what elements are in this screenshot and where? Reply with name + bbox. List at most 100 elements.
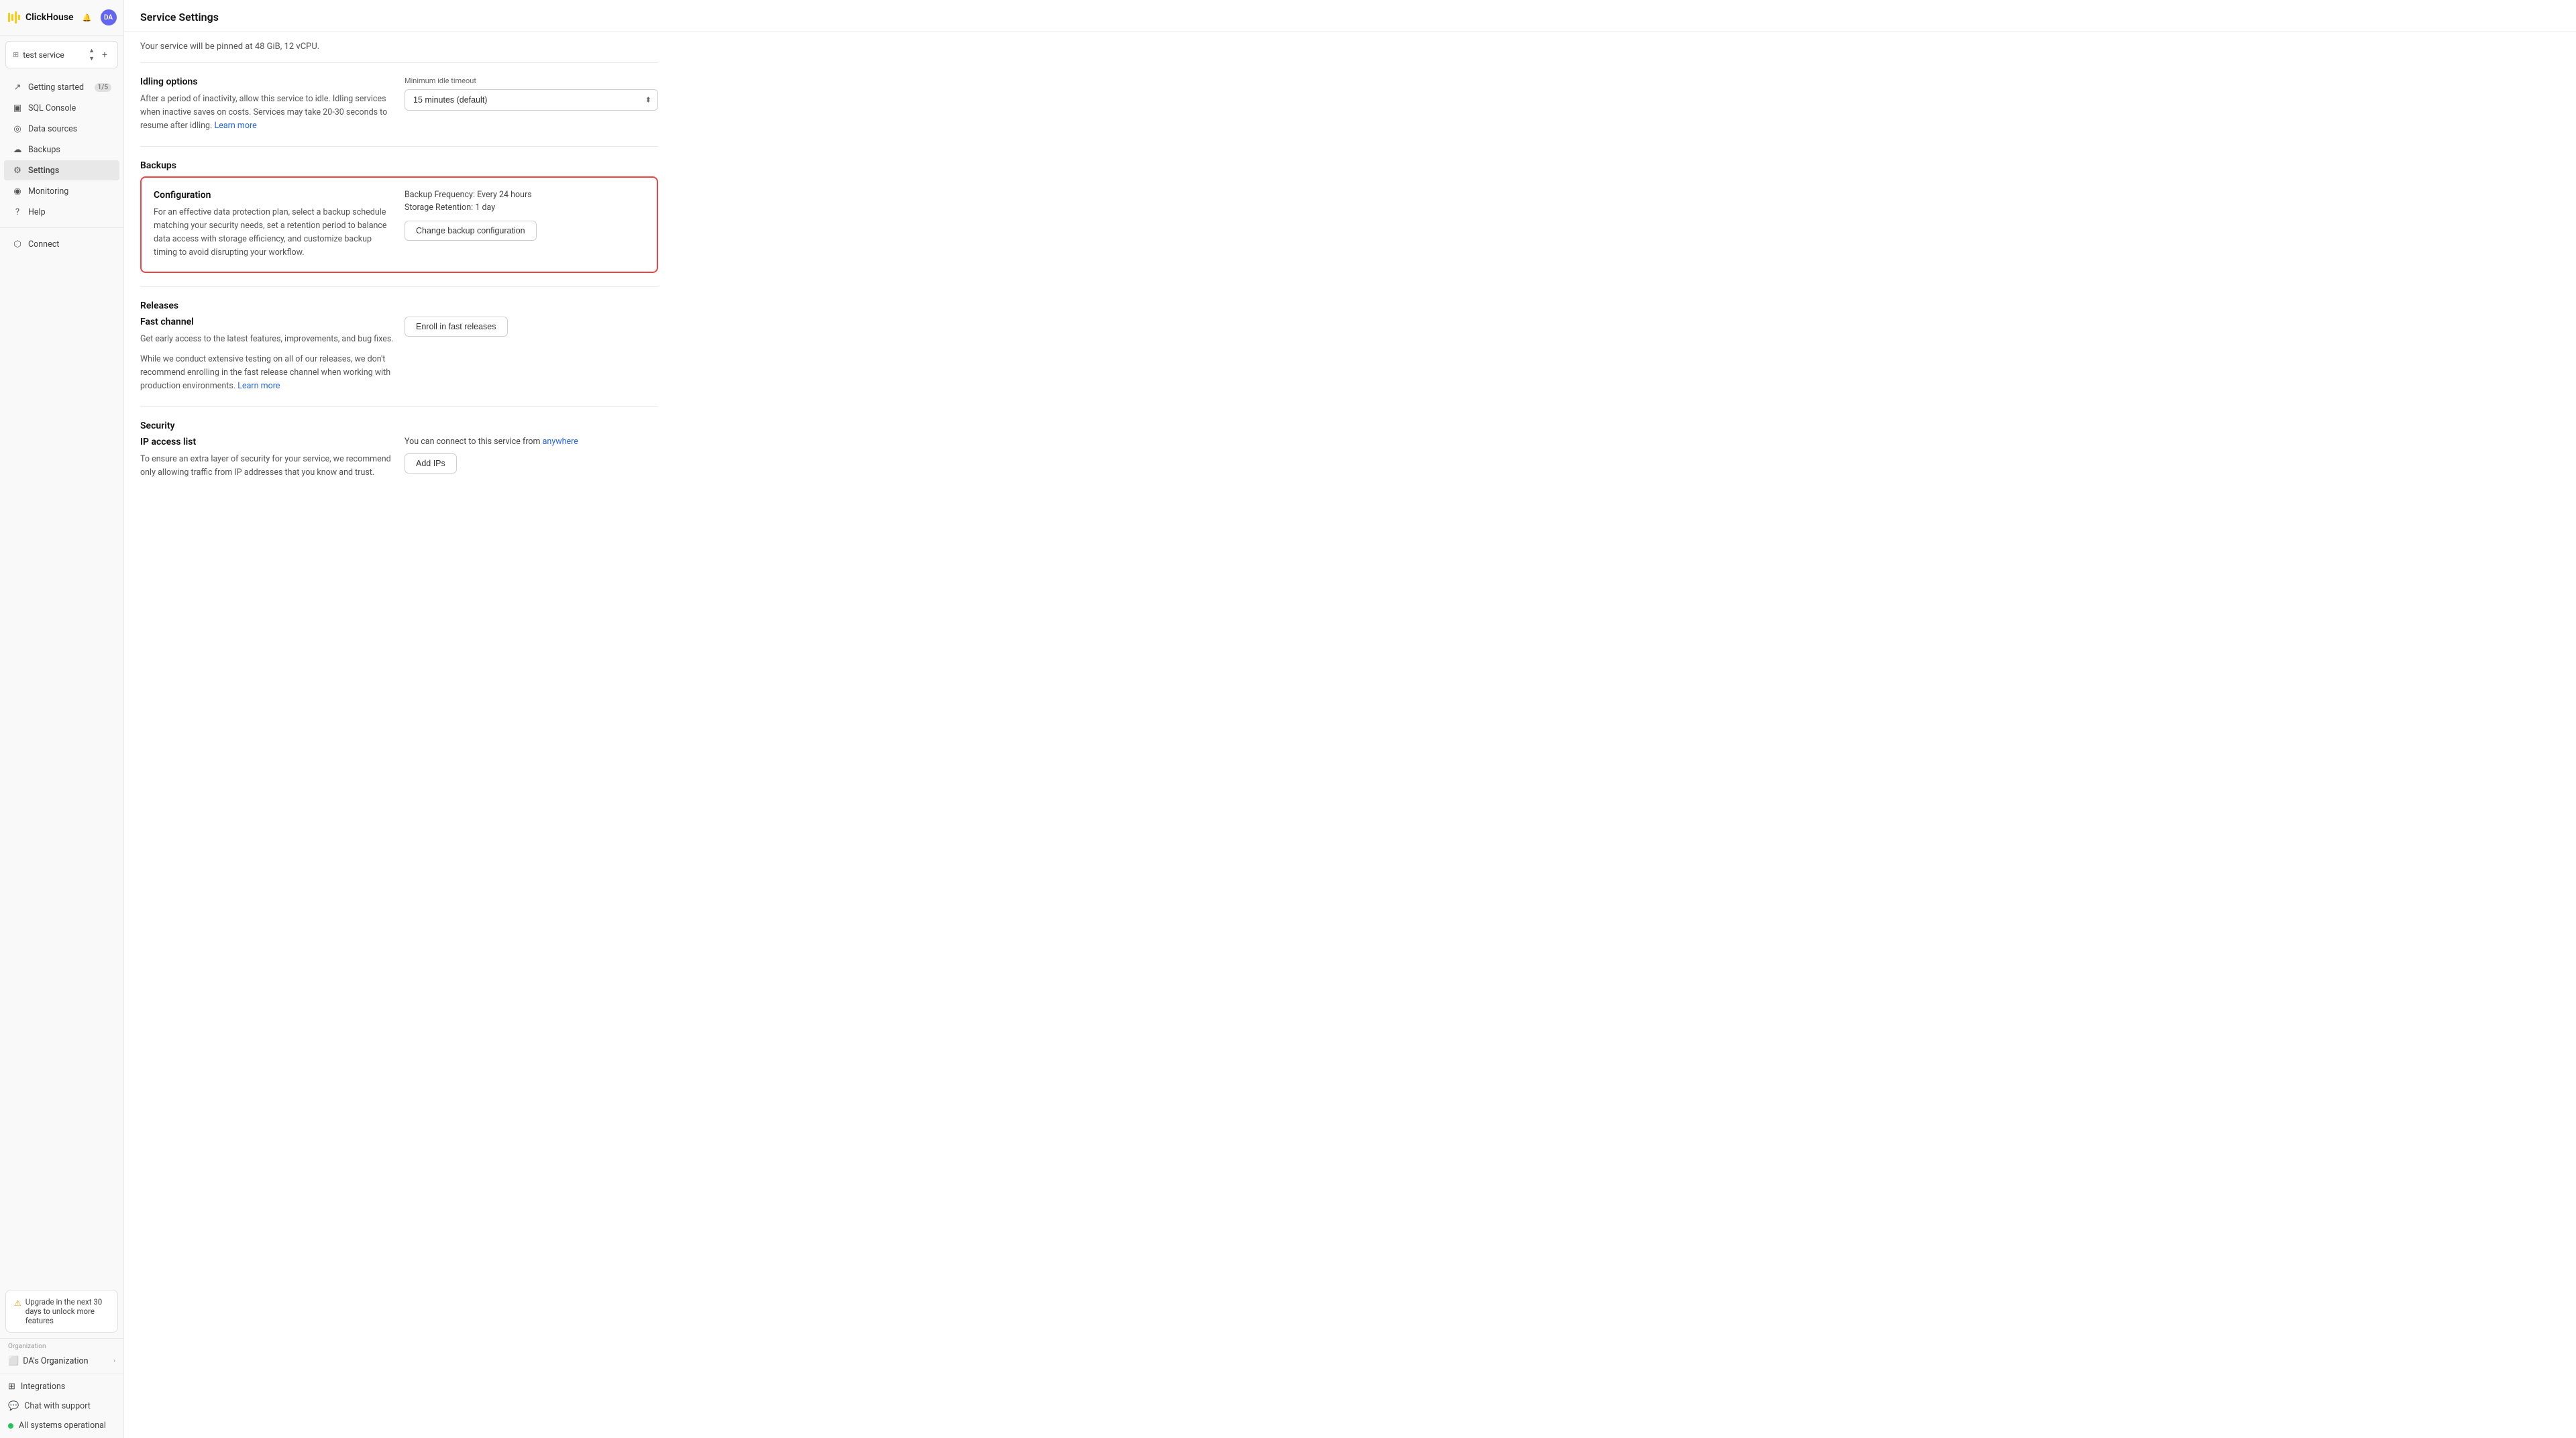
org-item[interactable]: ⬜ DA's Organization ›	[8, 1353, 115, 1370]
security-section: Security IP access list To ensure an ext…	[140, 407, 658, 493]
releases-controls-col: Enroll in fast releases	[405, 317, 658, 393]
logo-bar-1	[8, 13, 10, 22]
avatar[interactable]: DA	[101, 9, 117, 25]
add-ips-button[interactable]: Add IPs	[405, 453, 457, 474]
page-title: Service Settings	[140, 11, 2560, 23]
grid-icon: ⊞	[8, 1382, 15, 1392]
content-area: Your service will be pinned at 48 GiB, 1…	[124, 32, 674, 509]
enroll-fast-releases-button[interactable]: Enroll in fast releases	[405, 317, 508, 337]
nav-section: ↗ Getting started 1/5 ▣ SQL Console ◎ Da…	[0, 74, 123, 1284]
backups-section-title: Backups	[140, 160, 658, 171]
status-dot-icon	[8, 1423, 13, 1429]
idling-learn-more-link[interactable]: Learn more	[214, 121, 256, 131]
logo-bar-3	[15, 11, 17, 23]
ip-access-description: To ensure an extra layer of security for…	[140, 453, 394, 480]
settings-icon: ⚙	[12, 165, 23, 176]
security-description-col: IP access list To ensure an extra layer …	[140, 437, 394, 480]
cursor-icon: ↗	[12, 82, 23, 93]
backups-config-description: For an effective data protection plan, s…	[154, 206, 394, 260]
integrations-label: Integrations	[21, 1382, 65, 1392]
upgrade-text: Upgrade in the next 30 days to unlock mo…	[25, 1297, 109, 1325]
releases-learn-more-link[interactable]: Learn more	[237, 381, 280, 391]
sidebar-item-status: All systems operational	[4, 1416, 119, 1435]
terminal-icon: ▣	[12, 103, 23, 113]
sidebar-item-help[interactable]: ? Help	[4, 202, 119, 222]
archive-icon: ☁	[12, 144, 23, 155]
anywhere-link[interactable]: anywhere	[543, 437, 578, 447]
nav-badge-getting-started: 1/5	[95, 83, 111, 92]
sidebar-item-monitoring[interactable]: ◉ Monitoring	[4, 181, 119, 201]
notification-bell-icon[interactable]: 🔔	[79, 9, 95, 25]
sidebar-item-integrations[interactable]: ⊞ Integrations	[4, 1377, 119, 1396]
header-icons: 🔔 DA	[79, 9, 117, 25]
nav-label-sql-console: SQL Console	[28, 103, 76, 113]
org-label: Organization	[8, 1343, 115, 1350]
org-icon: ⬜	[8, 1356, 19, 1366]
sidebar-item-chat-support[interactable]: 💬 Chat with support	[4, 1396, 119, 1416]
fast-channel-desc2: While we conduct extensive testing on al…	[140, 353, 394, 393]
nav-label-settings: Settings	[28, 166, 59, 176]
storage-retention-line: Storage Retention: 1 day	[405, 203, 645, 213]
sidebar-item-backups[interactable]: ☁ Backups	[4, 140, 119, 160]
security-controls-col: You can connect to this service from any…	[405, 437, 658, 480]
connect-text: You can connect to this service from any…	[405, 437, 658, 447]
warning-icon: ⚠	[14, 1298, 21, 1308]
sidebar: ClickHouse 🔔 DA ⊞ test service ▲ ▼ + ↗ G…	[0, 0, 124, 1438]
logo-bar-4	[18, 15, 20, 20]
releases-section: Releases Fast channel Get early access t…	[140, 287, 658, 407]
chat-support-label: Chat with support	[24, 1401, 91, 1411]
help-circle-icon: ?	[12, 207, 23, 217]
nav-label-getting-started: Getting started	[28, 82, 84, 93]
bottom-section: ⊞ Integrations 💬 Chat with support All s…	[0, 1374, 123, 1438]
backups-description-col: Configuration For an effective data prot…	[154, 190, 394, 260]
sidebar-item-settings[interactable]: ⚙ Settings	[4, 160, 119, 180]
upgrade-box[interactable]: ⚠ Upgrade in the next 30 days to unlock …	[5, 1290, 118, 1333]
idle-timeout-select[interactable]: 15 minutes (default) 30 minutes 1 hour N…	[405, 89, 658, 111]
change-backup-config-button[interactable]: Change backup configuration	[405, 221, 537, 241]
nav-label-data-sources: Data sources	[28, 124, 77, 134]
activity-icon: ◉	[12, 186, 23, 197]
idling-section: Idling options After a period of inactiv…	[140, 63, 658, 147]
page-header: Service Settings	[124, 0, 2576, 32]
releases-description-col: Fast channel Get early access to the lat…	[140, 317, 394, 393]
logo-bar-2	[11, 14, 13, 21]
logo-icon	[8, 11, 20, 23]
main-content: Service Settings Your service will be pi…	[124, 0, 2576, 1438]
releases-section-title: Releases	[140, 300, 658, 311]
idle-timeout-select-wrapper: 15 minutes (default) 30 minutes 1 hour N…	[405, 89, 658, 111]
org-section: Organization ⬜ DA's Organization ›	[0, 1338, 123, 1374]
chevron-right-icon: ›	[113, 1358, 115, 1365]
releases-inner: Fast channel Get early access to the lat…	[140, 317, 658, 393]
ip-access-title: IP access list	[140, 437, 394, 447]
nav-label-help: Help	[28, 207, 46, 217]
message-icon: 💬	[8, 1401, 19, 1411]
idling-description: After a period of inactivity, allow this…	[140, 93, 394, 133]
sidebar-item-connect[interactable]: ⬡ Connect	[4, 234, 119, 254]
nav-label-monitoring: Monitoring	[28, 186, 68, 197]
service-controls: ▲ ▼	[89, 47, 95, 62]
pinned-notice: Your service will be pinned at 48 GiB, 1…	[140, 32, 658, 63]
sidebar-item-data-sources[interactable]: ◎ Data sources	[4, 119, 119, 139]
idling-controls-col: Minimum idle timeout 15 minutes (default…	[405, 76, 658, 133]
sidebar-header: ClickHouse 🔔 DA	[0, 0, 123, 36]
nav-label-connect: Connect	[28, 239, 59, 250]
database-icon: ◎	[12, 123, 23, 134]
idling-title: Idling options	[140, 76, 394, 87]
backups-info-col: Backup Frequency: Every 24 hours Storage…	[405, 190, 645, 260]
backups-config-title: Configuration	[154, 190, 394, 201]
add-service-button[interactable]: +	[99, 49, 111, 61]
service-selector[interactable]: ⊞ test service ▲ ▼ +	[5, 41, 118, 68]
nav-label-backups: Backups	[28, 145, 60, 155]
sidebar-item-getting-started[interactable]: ↗ Getting started 1/5	[4, 77, 119, 97]
backups-card-inner: Configuration For an effective data prot…	[154, 190, 645, 260]
security-section-title: Security	[140, 421, 658, 431]
backups-card: Configuration For an effective data prot…	[140, 176, 658, 273]
fast-channel-title: Fast channel	[140, 317, 394, 327]
org-name: DA's Organization	[23, 1356, 88, 1366]
security-inner: IP access list To ensure an extra layer …	[140, 437, 658, 480]
fast-channel-desc1: Get early access to the latest features,…	[140, 333, 394, 346]
backup-frequency-line: Backup Frequency: Every 24 hours	[405, 190, 645, 200]
app-name: ClickHouse	[25, 12, 74, 23]
sidebar-item-sql-console[interactable]: ▣ SQL Console	[4, 98, 119, 118]
backups-section: Backups Configuration For an effective d…	[140, 147, 658, 287]
